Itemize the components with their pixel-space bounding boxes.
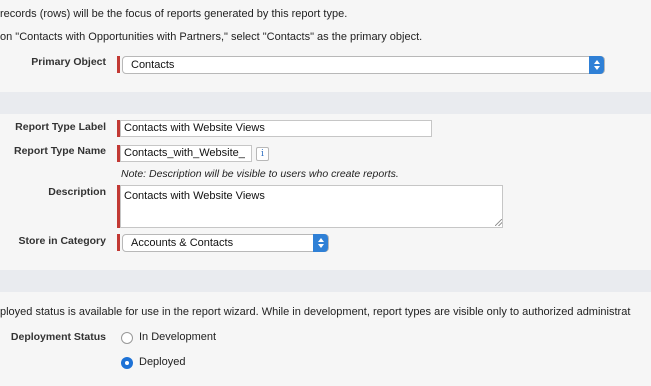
description-label: Description — [48, 186, 106, 198]
report-type-name-label: Report Type Name — [14, 145, 106, 157]
deployment-intro-text: ployed status is available for use in th… — [0, 306, 631, 318]
deployment-status-label: Deployment Status — [10, 331, 106, 343]
radio-in-development[interactable] — [121, 332, 133, 344]
select-arrows-icon — [313, 234, 328, 252]
intro-text-line-2: on "Contacts with Opportunities with Par… — [0, 31, 423, 43]
report-type-label-label: Report Type Label — [15, 121, 106, 133]
primary-object-value: Contacts — [131, 59, 175, 71]
radio-in-development-label: In Development — [139, 331, 217, 343]
info-icon[interactable]: i — [256, 147, 269, 161]
required-indicator — [117, 56, 120, 73]
description-textarea[interactable]: Contacts with Website Views — [120, 185, 503, 228]
store-in-category-label: Store in Category — [18, 235, 106, 247]
intro-text-line-1: records (rows) will be the focus of repo… — [0, 8, 348, 20]
description-note: Note: Description will be visible to use… — [121, 168, 399, 180]
section-header-band — [0, 270, 651, 292]
report-type-name-input[interactable]: Contacts_with_Website_ — [120, 145, 252, 162]
section-header-band — [0, 92, 651, 114]
category-value: Accounts & Contacts — [131, 237, 234, 249]
primary-object-select[interactable]: Contacts — [122, 56, 605, 74]
resize-handle-icon[interactable] — [495, 219, 502, 226]
primary-object-label: Primary Object — [31, 56, 106, 68]
radio-deployed-label: Deployed — [139, 356, 186, 368]
radio-deployed[interactable] — [121, 357, 133, 369]
required-indicator — [117, 234, 120, 251]
category-select[interactable]: Accounts & Contacts — [122, 234, 329, 252]
report-type-label-input[interactable]: Contacts with Website Views — [120, 120, 432, 137]
select-arrows-icon — [589, 56, 604, 74]
